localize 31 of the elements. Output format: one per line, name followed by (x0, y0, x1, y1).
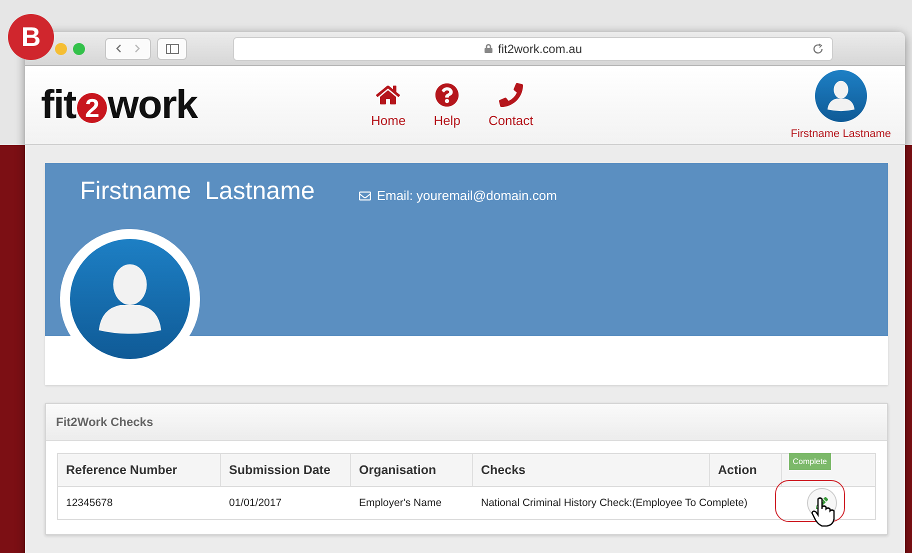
sidebar-icon (166, 44, 178, 54)
home-icon (376, 82, 400, 106)
table-cell-text: Employer's Name (358, 496, 443, 511)
tooltip: Complete (788, 453, 831, 470)
sidebar-button[interactable] (157, 38, 187, 60)
reload-icon (812, 42, 824, 54)
table-cell-text: 01/01/2017 (228, 496, 283, 511)
back-forward-buttons[interactable] (105, 38, 151, 60)
envelope-icon (358, 190, 371, 202)
lock-icon (484, 44, 493, 53)
panel-title: Fit2Work Checks (56, 415, 154, 429)
table-cell-text: National Criminal History Check:(Employee To Complete) (480, 496, 745, 511)
back-icon (114, 44, 123, 53)
forward-icon (133, 44, 142, 53)
step-badge: B (8, 14, 54, 60)
avatar-icon (814, 70, 867, 122)
address-bar[interactable]: fit2work.com.au (233, 36, 833, 60)
minimize-icon[interactable] (55, 42, 67, 54)
profile-name: Firstname Lastname (80, 177, 315, 206)
zoom-icon[interactable] (73, 42, 85, 54)
user-name[interactable]: Firstname Lastname (790, 128, 891, 140)
profile-avatar-icon (70, 239, 190, 359)
logo: fit 2 work (41, 82, 199, 128)
nav-link[interactable]: Help (434, 82, 460, 128)
nav-link[interactable]: Contact (488, 82, 534, 128)
table-cell-text: 12345678 (65, 496, 114, 511)
help-icon (435, 82, 460, 106)
pencil-icon (816, 497, 828, 509)
nav-link[interactable]: Home (371, 82, 406, 128)
phone-icon (498, 82, 523, 106)
profile-email: Email: youremail@domain.com (376, 188, 557, 203)
